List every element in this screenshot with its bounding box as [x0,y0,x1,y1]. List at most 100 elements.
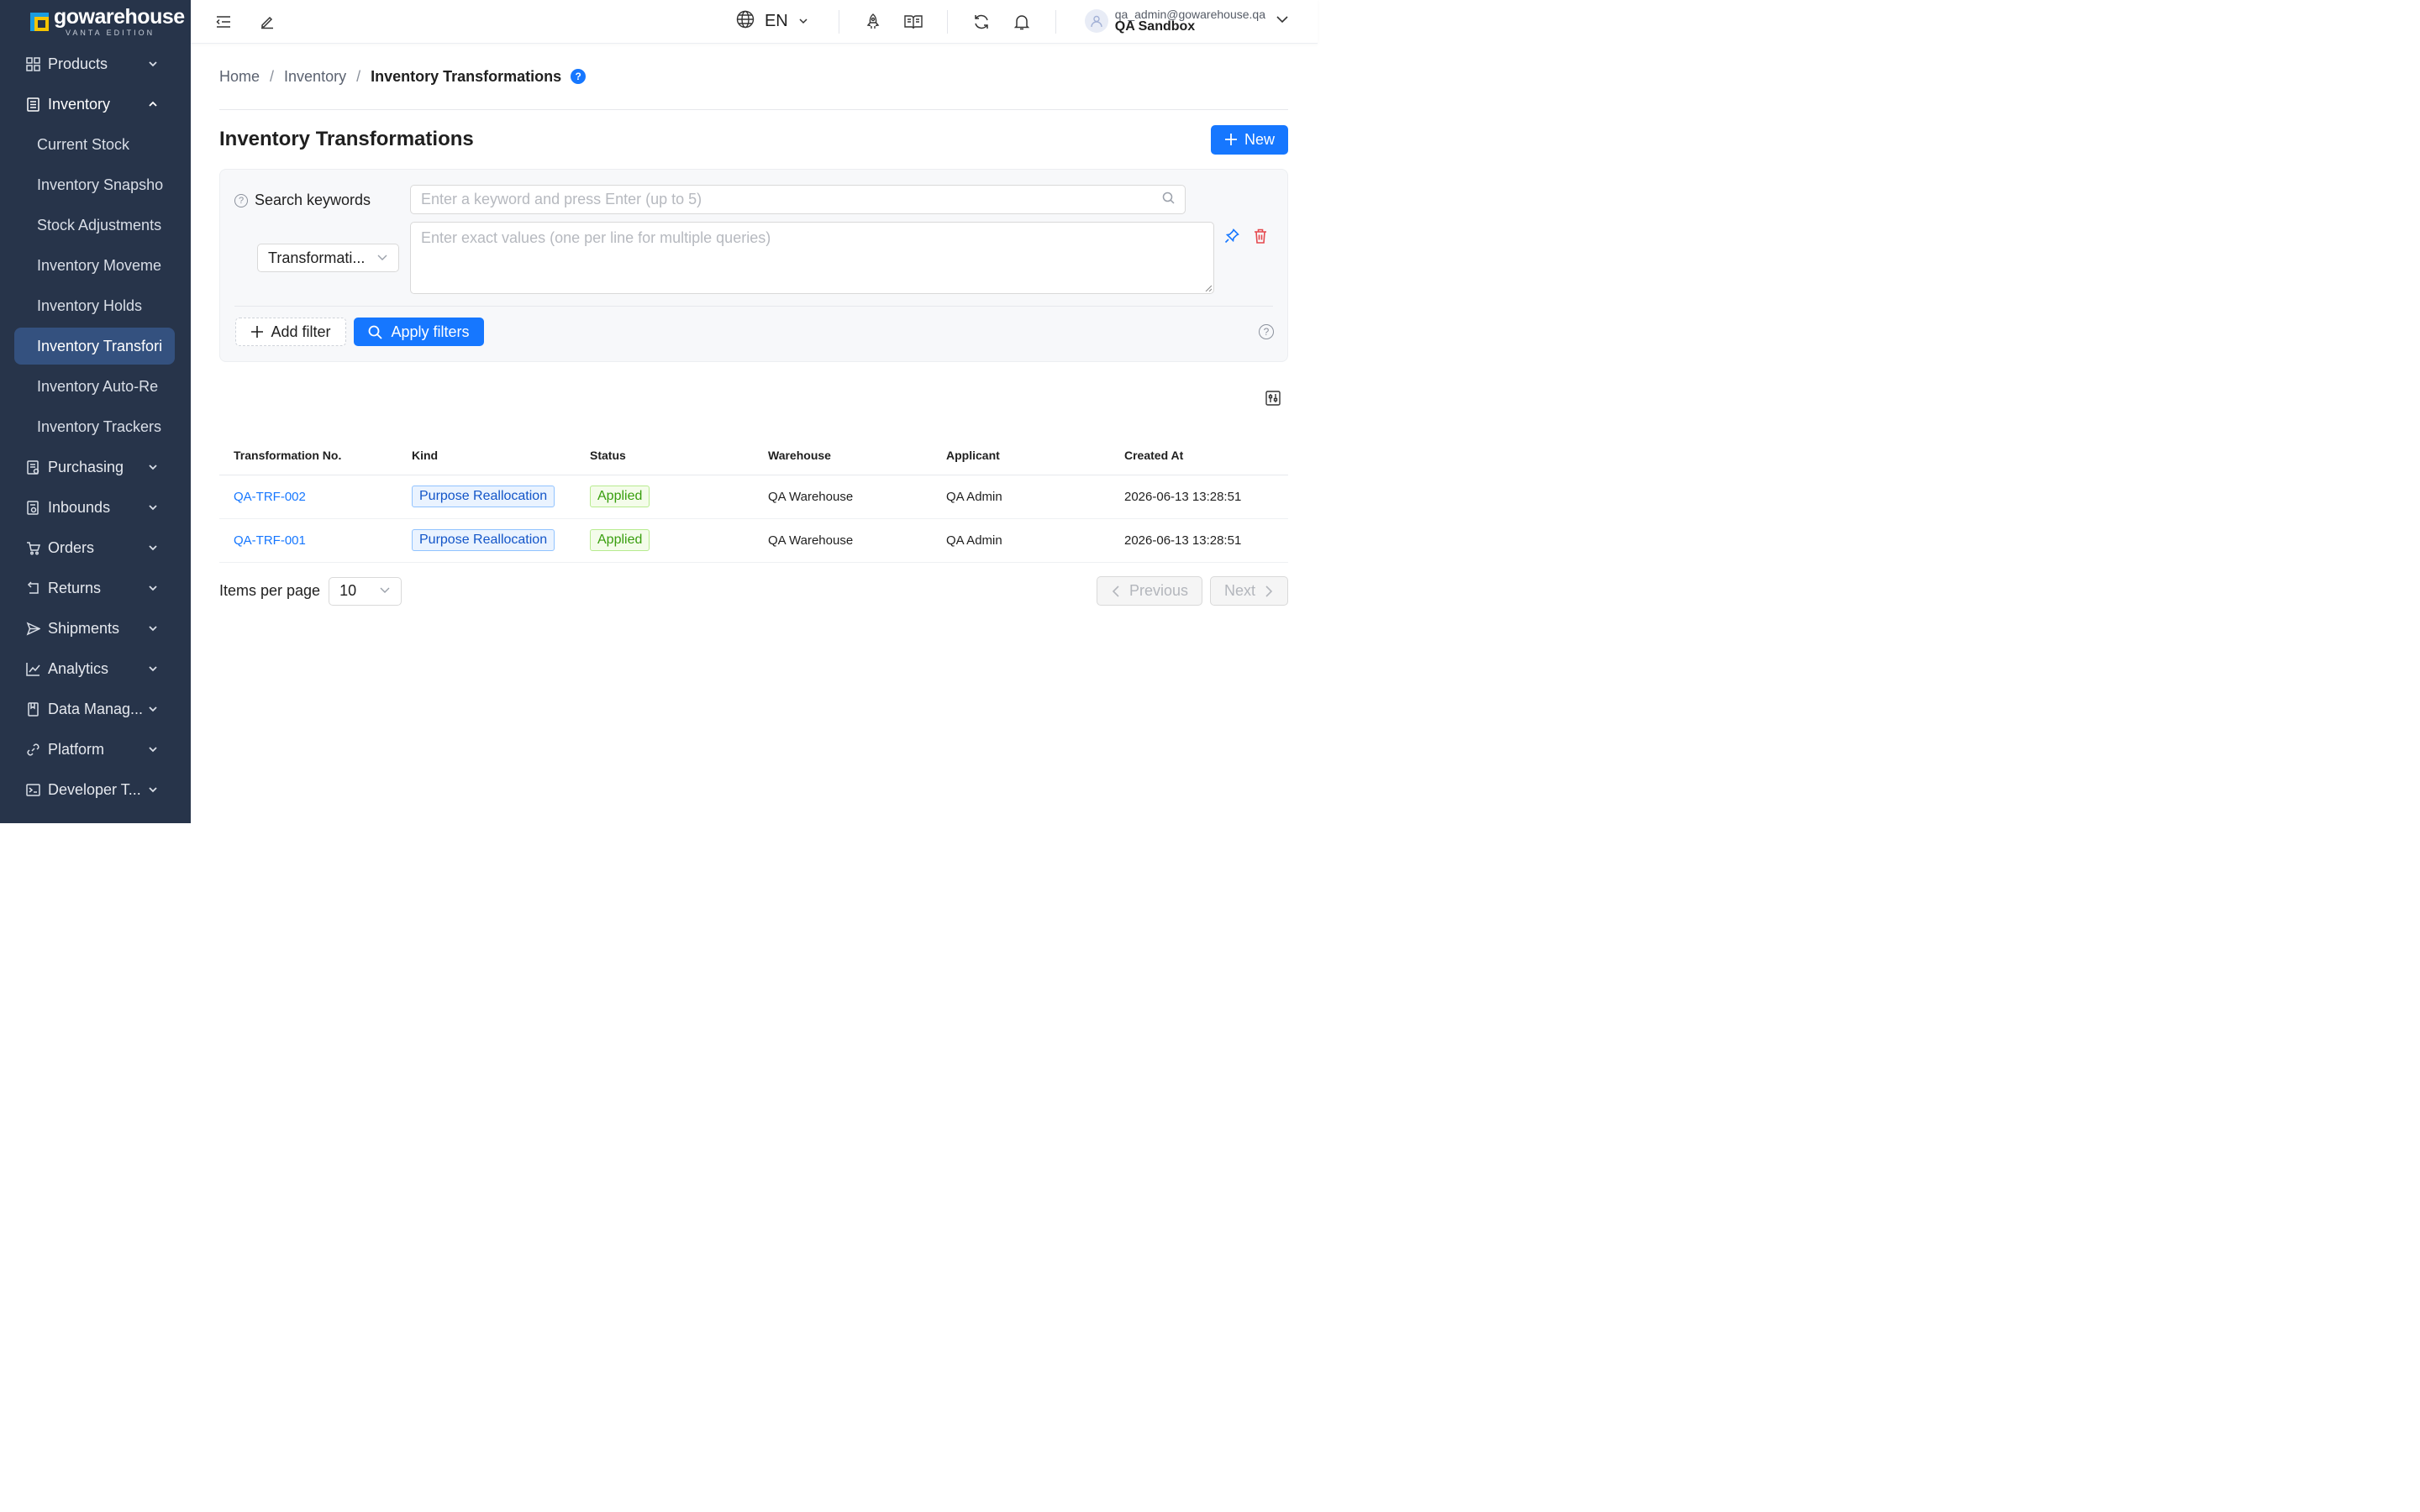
next-page-button[interactable]: Next [1209,576,1288,606]
logo-name: gowarehouse [54,5,185,29]
sidebar-item-purchasing[interactable]: Purchasing [0,447,191,487]
globe-icon [736,10,755,34]
question-circle-icon[interactable]: ? [1259,324,1274,339]
chevron-down-icon [147,663,159,675]
transformation-no-link[interactable]: QA-TRF-002 [234,490,306,504]
sidebar-subitem-inventory-auto-replenishment[interactable]: Inventory Auto-Re [0,366,191,407]
column-header-created-at[interactable]: Created At [1110,436,1288,475]
sidebar-subitem-inventory-holds[interactable]: Inventory Holds [0,286,191,326]
collapse-menu-icon[interactable] [213,12,234,32]
app-logo[interactable]: gowarehouse VANTA EDITION [0,0,191,44]
chevron-down-icon [376,249,388,267]
sidebar-item-label: Analytics [48,659,109,677]
resize-handle-icon[interactable] [1205,285,1212,291]
breadcrumb-separator: / [356,67,361,85]
status-badge: Applied [590,486,650,507]
new-button[interactable]: New [1210,124,1288,155]
terminal-icon [25,782,40,797]
refresh-icon[interactable] [971,12,992,32]
sidebar-subitem-stock-adjustments[interactable]: Stock Adjustments [0,205,191,245]
field-select[interactable]: Transformati... [257,244,399,272]
delete-icon[interactable] [1254,228,1267,248]
add-filter-button[interactable]: Add filter [235,318,346,346]
logo-edition: VANTA EDITION [66,29,155,37]
breadcrumb-inventory[interactable]: Inventory [284,68,346,86]
grid-icon [25,56,40,71]
search-keywords-label: ? Search keywords [234,192,371,209]
sidebar-item-inventory[interactable]: Inventory [0,84,191,124]
column-header-transformation-no[interactable]: Transformation No. [219,436,397,475]
chevron-down-icon [147,582,159,594]
bell-icon[interactable] [1012,12,1032,32]
column-header-status[interactable]: Status [576,436,754,475]
sidebar-item-products[interactable]: Products [0,44,191,84]
top-bar: EN qa_admin@gowarehouse.qa QA Sandbox [191,0,1318,44]
column-header-warehouse[interactable]: Warehouse [754,436,932,475]
inventory-icon [25,97,40,112]
sidebar-subitem-inventory-snapshots[interactable]: Inventory Snapsho [0,165,191,205]
user-menu[interactable]: qa_admin@gowarehouse.qa QA Sandbox [1056,8,1318,34]
sidebar-subitem-inventory-transformations[interactable]: Inventory Transfori [14,328,175,365]
search-input[interactable] [421,191,1162,208]
returns-icon [25,580,40,596]
chevron-down-icon [798,12,808,31]
rocket-icon[interactable] [863,12,883,32]
user-org: QA Sandbox [1114,19,1196,34]
table-header-row: Transformation No. Kind Status Warehouse… [219,436,1288,475]
page-title: Inventory Transformations [219,128,474,150]
chevron-down-icon [147,784,159,795]
sidebar-item-analytics[interactable]: Analytics [0,648,191,689]
user-email: qa_admin@gowarehouse.qa [1114,7,1265,21]
column-header-applicant[interactable]: Applicant [932,436,1110,475]
search-icon[interactable] [1162,192,1175,208]
sidebar-subitem-current-stock[interactable]: Current Stock [0,124,191,165]
table-row: QA-TRF-002 Purpose Reallocation Applied … [219,475,1288,519]
inbounds-icon [25,500,40,515]
help-icon[interactable]: ? [571,69,587,84]
chevron-right-icon [1265,585,1273,597]
sidebar-item-platform[interactable]: Platform [0,729,191,769]
previous-page-button[interactable]: Previous [1096,576,1202,606]
table-row: QA-TRF-001 Purpose Reallocation Applied … [219,518,1288,563]
items-per-page-select[interactable]: 10 [329,576,402,606]
pin-icon[interactable] [1224,228,1239,248]
transformations-table: Transformation No. Kind Status Warehouse… [219,436,1288,563]
breadcrumb-home[interactable]: Home [219,68,260,86]
chevron-down-icon [1276,13,1289,30]
sidebar-item-developer-tools[interactable]: Developer T... [0,769,191,810]
question-circle-icon[interactable]: ? [234,193,248,207]
book-icon [25,701,40,717]
add-filter-label: Add filter [271,323,331,340]
sidebar-item-orders[interactable]: Orders [0,528,191,568]
column-settings-icon[interactable] [1265,391,1281,410]
chevron-down-icon [147,501,159,513]
kind-tag: Purpose Reallocation [412,529,555,551]
sidebar-item-data-management[interactable]: Data Manag... [0,689,191,729]
sidebar-subitem-inventory-movements[interactable]: Inventory Moveme [0,245,191,286]
sidebar-item-returns[interactable]: Returns [0,568,191,608]
docs-book-icon[interactable] [903,12,923,32]
language-selector[interactable]: EN [736,10,808,34]
apply-filters-button[interactable]: Apply filters [354,318,484,346]
cart-icon [25,540,40,555]
exact-values-field[interactable] [411,223,1213,293]
divider [234,306,1273,307]
column-header-kind[interactable]: Kind [397,436,576,475]
warehouse-cell: QA Warehouse [754,518,932,563]
sidebar-item-shipments[interactable]: Shipments [0,608,191,648]
field-select-value: Transformati... [268,249,366,266]
sidebar-subitem-inventory-trackers[interactable]: Inventory Trackers [0,407,191,447]
sidebar-item-label: Purchasing [48,458,124,475]
sidebar: gowarehouse VANTA EDITION Products Inven… [0,0,191,823]
language-code: EN [764,12,788,30]
transformation-no-link[interactable]: QA-TRF-001 [234,533,306,548]
chevron-down-icon [147,461,159,473]
edit-icon[interactable] [257,12,277,32]
sidebar-item-inbounds[interactable]: Inbounds [0,487,191,528]
status-badge: Applied [590,529,650,551]
exact-values-wrapper [410,222,1214,294]
previous-label: Previous [1128,582,1188,599]
chart-icon [25,661,40,676]
applicant-cell: QA Admin [932,518,1110,563]
breadcrumb: Home / Inventory / Inventory Transformat… [219,44,1288,110]
